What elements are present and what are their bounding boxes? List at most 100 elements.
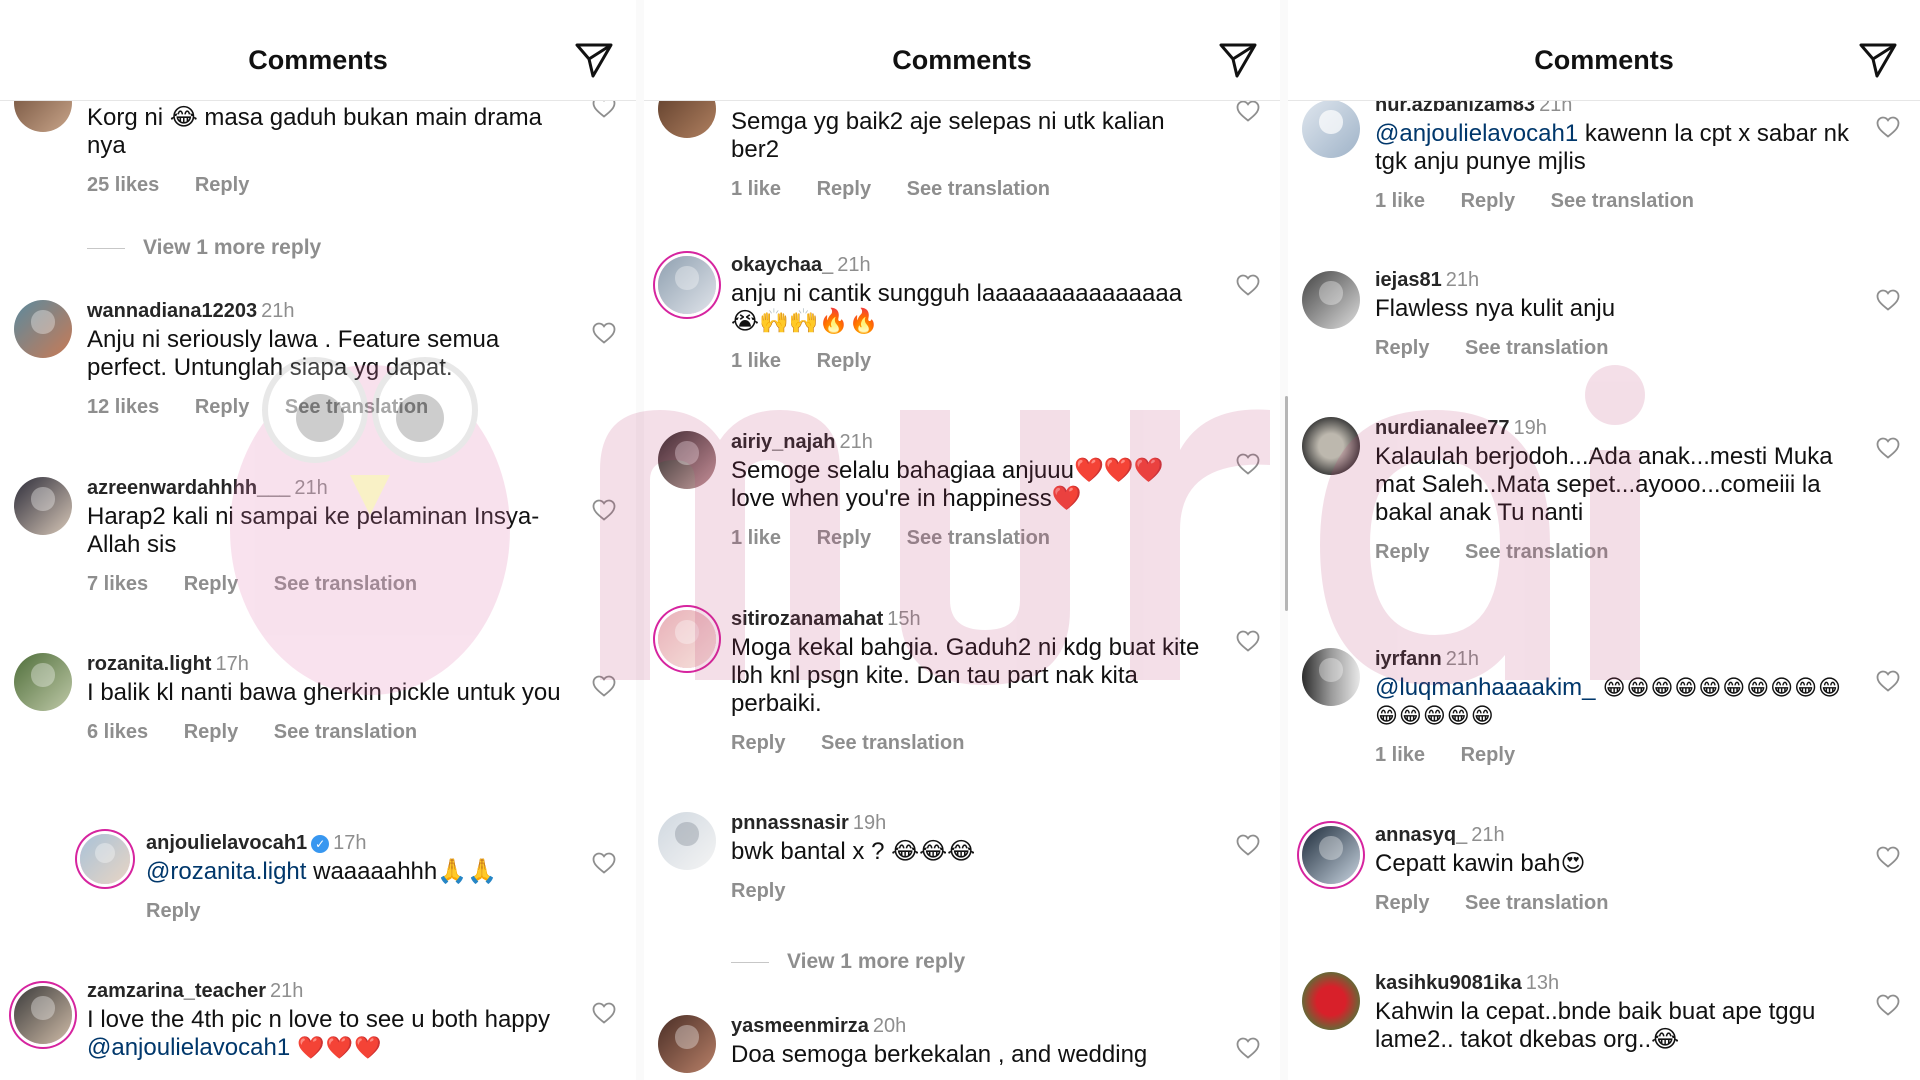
avatar[interactable] — [80, 834, 130, 884]
reply-button[interactable]: Reply — [195, 174, 249, 196]
username[interactable]: sitirozanamahat — [731, 608, 883, 630]
heart-icon[interactable] — [1236, 630, 1260, 652]
comments-title: Comments — [1534, 45, 1674, 75]
username[interactable]: annasyq_ — [1375, 824, 1467, 846]
timestamp: 21h — [1445, 269, 1480, 291]
see-translation-link[interactable]: See translation — [1465, 892, 1608, 914]
timestamp: 19h — [1513, 417, 1547, 439]
reply-button[interactable]: Reply — [817, 527, 871, 549]
divider — [87, 247, 125, 249]
heart-icon[interactable] — [1236, 100, 1260, 122]
heart-icon[interactable] — [1876, 670, 1900, 692]
heart-icon[interactable] — [1876, 994, 1900, 1016]
reply-button[interactable]: Reply — [731, 732, 785, 754]
heart-icon[interactable] — [1236, 274, 1260, 296]
username[interactable]: zamzarina_teacher — [87, 980, 266, 1002]
heart-icon[interactable] — [592, 322, 616, 344]
mention-link[interactable]: @luqmanhaaaakim_ — [1375, 674, 1596, 701]
see-translation-link[interactable]: See translation — [907, 527, 1050, 549]
reply-button[interactable]: Reply — [1375, 337, 1429, 359]
reply-button[interactable]: Reply — [817, 350, 871, 372]
avatar[interactable] — [1302, 271, 1360, 329]
avatar[interactable] — [1302, 417, 1360, 475]
see-translation-link[interactable]: See translation — [1551, 190, 1694, 212]
avatar[interactable] — [14, 477, 72, 535]
comment-text: waaaaahhh🙏🙏 — [306, 858, 497, 885]
view-more-label: View 1 more reply — [787, 950, 966, 973]
reply-button[interactable]: Reply — [184, 721, 238, 743]
username[interactable]: kasihku9081ika — [1375, 972, 1522, 994]
username[interactable]: nurdianalee77 — [1375, 417, 1510, 439]
see-translation-link[interactable]: See translation — [1465, 541, 1608, 563]
reply-button[interactable]: Reply — [146, 900, 200, 922]
avatar[interactable] — [14, 986, 72, 1044]
reply-button[interactable]: Reply — [184, 573, 238, 595]
reply-button[interactable]: Reply — [1375, 541, 1429, 563]
reply-button[interactable]: Reply — [1461, 744, 1515, 766]
username[interactable]: iyrfann — [1375, 648, 1442, 670]
comments-header: Comments — [644, 0, 1280, 101]
timestamp: 20h — [872, 1015, 907, 1037]
username[interactable]: okaychaa_ — [731, 254, 833, 276]
heart-icon[interactable] — [1876, 437, 1900, 459]
username[interactable]: yasmeenmirza — [731, 1015, 869, 1037]
avatar[interactable] — [14, 653, 72, 711]
likes-count: 1 like — [1375, 190, 1426, 212]
mention-link[interactable]: @anjoulielavocah1 — [87, 1034, 290, 1061]
heart-icon[interactable] — [1236, 834, 1260, 856]
heart-icon[interactable] — [1876, 116, 1900, 138]
comment-text: anju ni cantik sungguh laaaaaaaaaaaaaaa … — [731, 280, 1183, 335]
username[interactable]: wannadiana12203 — [87, 300, 257, 322]
timestamp: 21h — [837, 254, 871, 276]
avatar[interactable] — [1302, 972, 1360, 1030]
heart-icon[interactable] — [592, 499, 616, 521]
heart-icon[interactable] — [1876, 289, 1900, 311]
avatar[interactable] — [658, 812, 716, 870]
avatar[interactable] — [1302, 826, 1360, 884]
username[interactable]: azreenwardahhhh___ — [87, 477, 290, 499]
heart-icon[interactable] — [592, 852, 616, 874]
username[interactable]: iejas81 — [1375, 269, 1442, 291]
see-translation-link[interactable]: See translation — [274, 573, 417, 595]
avatar[interactable] — [14, 300, 72, 358]
mention-link[interactable]: @anjoulielavocah1 — [1375, 120, 1578, 147]
reply-button[interactable]: Reply — [731, 880, 785, 902]
username[interactable]: rozanita.light — [87, 653, 211, 675]
reply-button[interactable]: Reply — [195, 396, 249, 418]
heart-icon[interactable] — [1876, 846, 1900, 868]
send-icon[interactable] — [1858, 40, 1898, 80]
comment-text: Cepatt kawin bah😍 — [1375, 850, 1586, 877]
avatar[interactable] — [1302, 100, 1360, 158]
send-icon[interactable] — [574, 40, 614, 80]
comment-text: I balik kl nanti bawa gherkin pickle unt… — [87, 679, 561, 706]
username[interactable]: anjoulielavocah1 — [146, 832, 307, 854]
heart-icon[interactable] — [1236, 1037, 1260, 1059]
avatar[interactable] — [1302, 648, 1360, 706]
comment-text: Kahwin la cepat..bnde baik buat ape tggu… — [1375, 998, 1816, 1053]
view-more-replies[interactable]: View 1 more reply — [731, 950, 965, 974]
comment-text: Semoge selalu bahagiaa anjuuu❤️❤️❤️ love… — [731, 457, 1164, 512]
reply-button[interactable]: Reply — [1375, 892, 1429, 914]
see-translation-link[interactable]: See translation — [274, 721, 417, 743]
avatar[interactable] — [658, 1015, 716, 1073]
see-translation-link[interactable]: See translation — [285, 396, 428, 418]
reply-button[interactable]: Reply — [817, 178, 871, 200]
heart-icon[interactable] — [592, 1002, 616, 1024]
reply-button[interactable]: Reply — [1461, 190, 1515, 212]
see-translation-link[interactable]: See translation — [1465, 337, 1608, 359]
avatar[interactable] — [658, 256, 716, 314]
see-translation-link[interactable]: See translation — [821, 732, 964, 754]
username[interactable]: pnnassnasir — [731, 812, 849, 834]
username[interactable]: airiy_najah — [731, 431, 836, 453]
mention-link[interactable]: @rozanita.light — [146, 858, 306, 885]
avatar[interactable] — [658, 431, 716, 489]
avatar[interactable] — [658, 610, 716, 668]
see-translation-link[interactable]: See translation — [907, 178, 1050, 200]
likes-count: 7 likes — [87, 573, 149, 595]
send-icon[interactable] — [1218, 40, 1258, 80]
timestamp: 15h — [887, 608, 921, 630]
view-more-replies[interactable]: View 1 more reply — [87, 236, 321, 260]
timestamp: 21h — [269, 980, 304, 1002]
heart-icon[interactable] — [1236, 453, 1260, 475]
heart-icon[interactable] — [592, 675, 616, 697]
